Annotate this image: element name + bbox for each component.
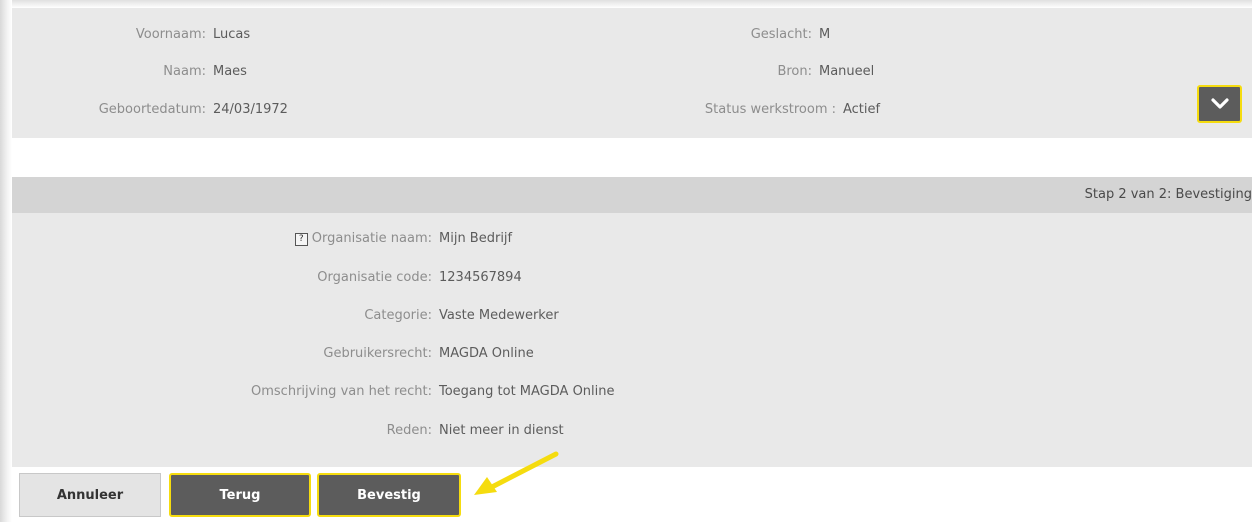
user-right-value: MAGDA Online [439, 346, 534, 361]
last-name-label: Naam: [163, 64, 206, 79]
reason-value: Niet meer in dienst [439, 423, 564, 438]
back-button[interactable]: Terug [169, 473, 311, 517]
step-indicator-bar: Stap 2 van 2: Bevestiging [12, 177, 1252, 213]
last-name-value: Maes [213, 64, 247, 79]
workflow-status-label: Status werkstroom : [704, 102, 836, 117]
screen: Voornaam: Lucas Naam: Maes Geboortedatum… [0, 0, 1252, 522]
right-description-value: Toegang tot MAGDA Online [439, 384, 615, 399]
gender-value: M [819, 27, 831, 42]
organisation-name-label: ? Organisatie naam: [172, 230, 432, 248]
top-shadow [0, 0, 1252, 8]
reason-label: Reden: [386, 423, 432, 438]
chevron-down-icon [1210, 98, 1229, 109]
organisation-name-label-text: Organisatie naam: [311, 231, 432, 246]
person-summary-panel: Voornaam: Lucas Naam: Maes Geboortedatum… [12, 8, 1252, 138]
confirm-button[interactable]: Bevestig [317, 473, 461, 517]
first-name-value: Lucas [213, 27, 251, 42]
help-icon[interactable]: ? [294, 233, 308, 246]
category-value: Vaste Medewerker [439, 308, 559, 323]
workflow-status-value: Actief [843, 102, 881, 117]
organisation-name-value: Mijn Bedrijf [439, 231, 513, 246]
cancel-button[interactable]: Annuleer [19, 473, 161, 517]
left-shadow [0, 0, 12, 522]
birthdate-value: 24/03/1972 [213, 102, 288, 117]
source-label: Bron: [777, 64, 812, 79]
birthdate-label: Geboortedatum: [98, 102, 206, 117]
organisation-code-label: Organisatie code: [317, 270, 432, 285]
step-label: Stap 2 van 2: Bevestiging [1084, 187, 1252, 202]
expand-details-button[interactable] [1197, 85, 1242, 123]
right-description-label: Omschrijving van het recht: [251, 384, 432, 399]
first-name-label: Voornaam: [135, 27, 206, 42]
confirmation-details-panel: ? Organisatie naam: Mijn Bedrijf Organisa… [12, 213, 1252, 467]
user-right-label: Gebruikersrecht: [323, 346, 432, 361]
organisation-code-value: 1234567894 [439, 270, 522, 285]
category-label: Categorie: [364, 308, 432, 323]
source-value: Manueel [819, 64, 875, 79]
action-button-row: Annuleer Terug Bevestig [12, 467, 1252, 522]
annotation-arrow-icon [474, 451, 559, 495]
gender-label: Geslacht: [750, 27, 812, 42]
